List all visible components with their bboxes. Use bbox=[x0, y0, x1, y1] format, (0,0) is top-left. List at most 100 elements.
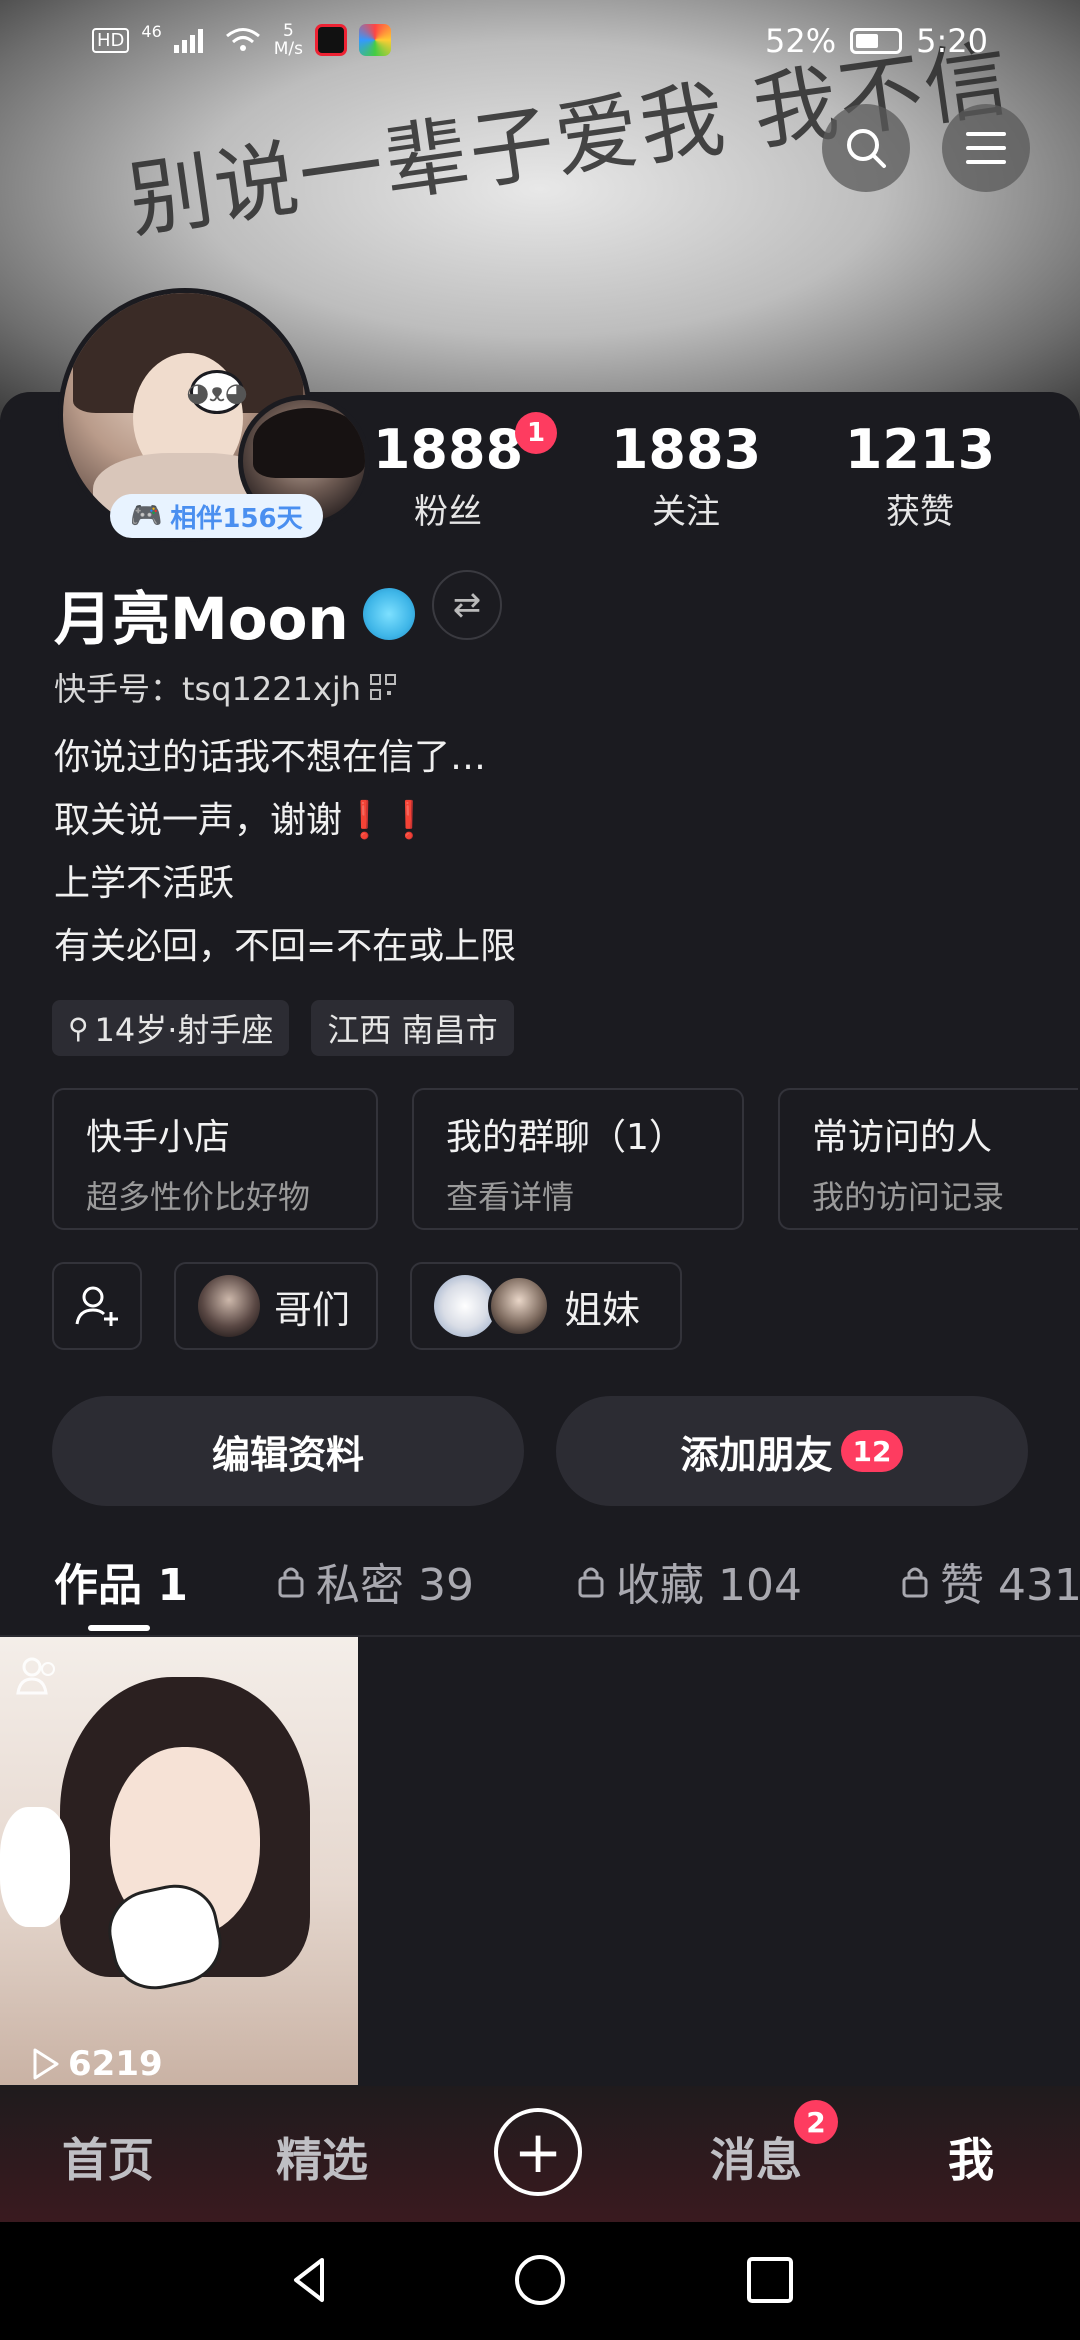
back-icon[interactable] bbox=[282, 2252, 338, 2308]
status-right: 52% 5:20 bbox=[765, 22, 988, 60]
tab-works-label: 作品 1 bbox=[54, 1560, 188, 1611]
cat-sticker-icon: ◕ᴥ◕ bbox=[186, 370, 248, 414]
group-sisters[interactable]: 姐妹 bbox=[410, 1262, 682, 1350]
stat-fans-label: 粉丝 bbox=[414, 492, 482, 532]
home-icon[interactable] bbox=[512, 2252, 568, 2308]
nav-messages[interactable]: 消息 bbox=[710, 2124, 802, 2190]
group-buddies-avatar bbox=[198, 1275, 260, 1337]
location-label: 江西 南昌市 bbox=[327, 1011, 498, 1049]
group-sisters-avatar-1 bbox=[434, 1275, 496, 1337]
add-friends-badge: 12 bbox=[840, 1430, 904, 1472]
kuaishou-id[interactable]: 快手号：tsq1221xjh bbox=[54, 664, 397, 710]
shortcut-group-chat-title: 我的群聊（1） bbox=[446, 1117, 685, 1158]
partner-avatar-hair bbox=[253, 408, 365, 478]
swap-arrows-icon: ⇄ bbox=[452, 585, 482, 625]
tab-favorites[interactable]: 收藏 104 bbox=[576, 1549, 802, 1613]
stat-likes[interactable]: 1213 获赞 bbox=[830, 420, 1010, 533]
browser-app-icon bbox=[359, 24, 392, 56]
profile-name: 月亮Moon bbox=[54, 572, 415, 656]
status-bar: HD 46 5 M/s 52% 5:20 bbox=[0, 0, 1080, 86]
shortcut-visitors[interactable]: 常访问的人 我的访问记录 bbox=[778, 1088, 1078, 1230]
lock-icon bbox=[902, 1567, 928, 1598]
work-thumbnail[interactable] bbox=[0, 1637, 358, 2085]
edit-profile-button[interactable]: 编辑资料 bbox=[52, 1396, 524, 1506]
shortcut-visitors-title: 常访问的人 bbox=[812, 1117, 993, 1158]
age-zodiac-label: 14岁·射手座 bbox=[94, 1011, 274, 1049]
stat-following[interactable]: 1883 关注 bbox=[596, 420, 776, 533]
lock-icon bbox=[578, 1567, 604, 1598]
signal-icon bbox=[173, 29, 203, 53]
battery-percent: 52% bbox=[765, 22, 837, 60]
play-count-value: 6219 bbox=[68, 2044, 163, 2084]
add-group-button[interactable] bbox=[52, 1262, 142, 1350]
shortcut-shop-title: 快手小店 bbox=[86, 1117, 231, 1158]
net-speed-unit: M/s bbox=[273, 39, 304, 59]
qr-code-icon[interactable] bbox=[369, 673, 397, 701]
content-tabs: 作品 1 私密 39 收藏 104 赞 431 bbox=[0, 1545, 1080, 1637]
kuaishou-id-text: 快手号：tsq1221xjh bbox=[54, 670, 362, 708]
companion-badge-label: 相伴156天 bbox=[170, 503, 303, 534]
wifi-icon bbox=[225, 28, 260, 51]
active-tab-indicator bbox=[88, 1625, 150, 1631]
play-icon bbox=[33, 2048, 59, 2080]
stat-fans-value: 1888 bbox=[372, 418, 524, 481]
gender-icon: ⚲ bbox=[68, 1011, 89, 1045]
tab-private[interactable]: 私密 39 bbox=[276, 1549, 474, 1613]
switch-account-button[interactable]: ⇄ bbox=[432, 570, 502, 640]
add-user-icon bbox=[75, 1286, 118, 1326]
shortcut-group-chat-subtitle: 查看详情 bbox=[446, 1178, 575, 1216]
friend-groups: 哥们 姐妹 bbox=[52, 1262, 682, 1350]
bio-line: 有关必回，不回=不在或上限 bbox=[54, 926, 517, 967]
battery-icon bbox=[850, 28, 903, 54]
shortcut-group-chat[interactable]: 我的群聊（1） 查看详情 bbox=[412, 1088, 744, 1230]
tab-likes[interactable]: 赞 431 bbox=[900, 1549, 1080, 1613]
verified-badge-icon[interactable] bbox=[362, 588, 415, 640]
add-friends-button[interactable]: 添加朋友 12 bbox=[556, 1396, 1028, 1506]
gamepad-icon: 🎮 bbox=[130, 501, 163, 531]
shortcut-shop-subtitle: 超多性价比好物 bbox=[86, 1178, 311, 1216]
shortcut-shop[interactable]: 快手小店 超多性价比好物 bbox=[52, 1088, 378, 1230]
system-nav-bar bbox=[0, 2222, 1080, 2340]
location-tag[interactable]: 江西 南昌市 bbox=[311, 1000, 514, 1056]
menu-icon bbox=[966, 132, 1006, 164]
add-friends-label: 添加朋友 bbox=[680, 1432, 833, 1477]
net-speed: 5 M/s bbox=[274, 22, 303, 58]
group-buddies[interactable]: 哥们 bbox=[174, 1262, 378, 1350]
nav-me[interactable]: 我 bbox=[948, 2124, 994, 2190]
nav-featured[interactable]: 精选 bbox=[276, 2124, 368, 2190]
profile-name-text: 月亮Moon bbox=[54, 585, 349, 653]
bottom-nav: 首页 精选 + 消息 2 我 bbox=[0, 2086, 1080, 2222]
group-sisters-label: 姐妹 bbox=[564, 1287, 641, 1332]
nav-home[interactable]: 首页 bbox=[62, 2124, 154, 2190]
stat-likes-label: 获赞 bbox=[886, 492, 954, 532]
stat-following-value: 1883 bbox=[610, 418, 762, 481]
bunny-sticker bbox=[0, 1807, 70, 1927]
stat-following-label: 关注 bbox=[652, 492, 720, 532]
net-speed-value: 5 bbox=[282, 21, 294, 41]
clock: 5:20 bbox=[916, 22, 988, 60]
record-app-icon bbox=[315, 24, 348, 56]
search-button[interactable] bbox=[822, 104, 910, 192]
shortcut-row: 快手小店 超多性价比好物 我的群聊（1） 查看详情 常访问的人 我的访问记录 bbox=[52, 1088, 1078, 1230]
bio-line: 你说过的话我不想在信了… bbox=[54, 737, 487, 778]
search-icon bbox=[847, 129, 886, 168]
edit-profile-label: 编辑资料 bbox=[211, 1432, 364, 1477]
bio: 你说过的话我不想在信了… 取关说一声，谢谢❗❗ 上学不活跃 有关必回，不回=不在… bbox=[54, 726, 516, 978]
create-button[interactable]: + bbox=[494, 2108, 582, 2196]
lock-icon bbox=[278, 1567, 304, 1598]
menu-button[interactable] bbox=[942, 104, 1030, 192]
group-buddies-label: 哥们 bbox=[274, 1287, 351, 1332]
recents-icon[interactable] bbox=[742, 2252, 798, 2308]
status-left: HD 46 5 M/s bbox=[92, 22, 392, 58]
profile-tags: ⚲ 14岁·射手座 江西 南昌市 bbox=[52, 1000, 514, 1056]
tab-private-label: 私密 39 bbox=[316, 1560, 474, 1611]
tab-works[interactable]: 作品 1 bbox=[54, 1549, 188, 1613]
companion-badge[interactable]: 🎮 相伴156天 bbox=[110, 494, 323, 538]
bio-line: 上学不活跃 bbox=[54, 863, 235, 904]
age-zodiac-tag[interactable]: ⚲ 14岁·射手座 bbox=[52, 1000, 290, 1056]
stat-fans[interactable]: 1888 粉丝 bbox=[358, 420, 538, 533]
fans-badge: 1 bbox=[515, 412, 557, 454]
network-type: 46 bbox=[141, 22, 162, 41]
stat-likes-value: 1213 bbox=[844, 418, 996, 481]
co-creation-icon bbox=[16, 1657, 55, 1695]
